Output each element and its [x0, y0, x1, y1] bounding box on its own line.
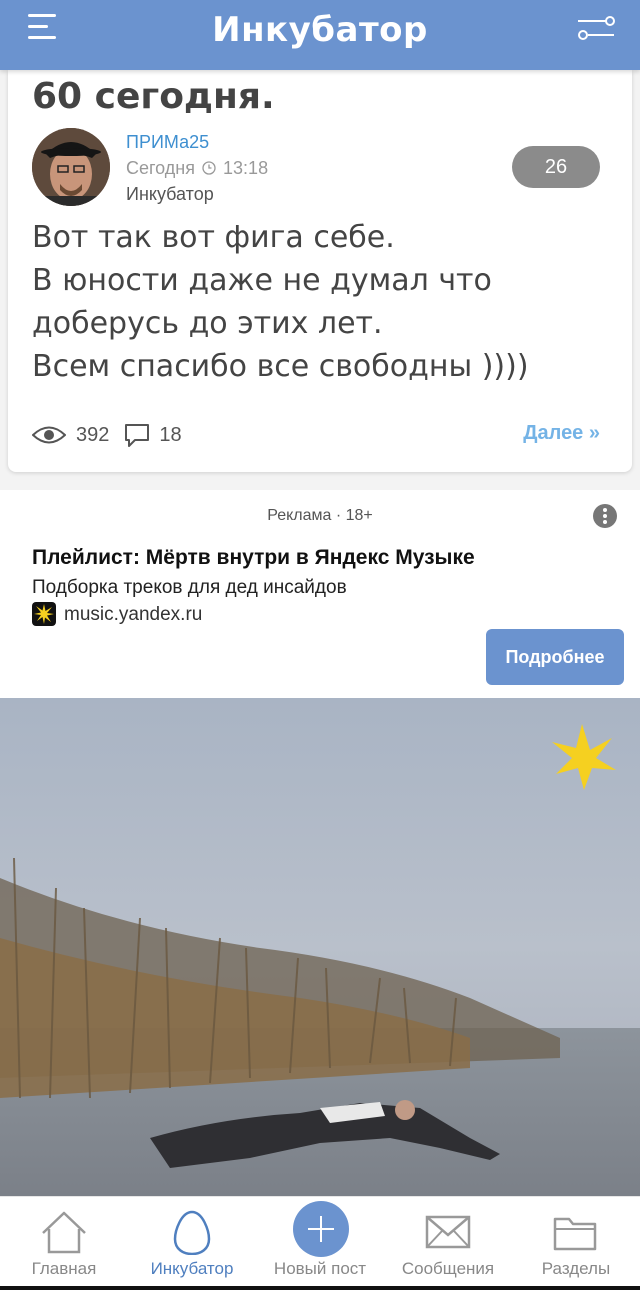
views-count: 392 [76, 423, 110, 446]
ad-label: Реклама · 18+ [267, 507, 373, 524]
post-card: 60 сегодня. ПРИМа25 Сегодня 13:18 Инкуба… [8, 70, 632, 472]
post-time: 13:18 [223, 158, 269, 178]
post-text-line: Всем спасибо все свободны )))) [32, 349, 529, 384]
post-text-line: В юности даже не думал что [32, 263, 492, 298]
nav-label: Инкубатор [150, 1259, 234, 1278]
ad-domain[interactable]: music.yandex.ru [64, 604, 202, 626]
home-icon [42, 1211, 86, 1254]
yandex-music-icon [32, 602, 56, 626]
post-date: Сегодня 13:18 [126, 158, 268, 179]
clock-icon [202, 161, 216, 175]
author-link[interactable]: ПРИМа25 [126, 132, 209, 153]
eye-icon [32, 426, 66, 444]
egg-icon [173, 1210, 211, 1255]
avatar[interactable] [32, 128, 110, 206]
envelope-icon [425, 1215, 471, 1249]
nav-label: Разделы [541, 1259, 611, 1278]
post-text-line: доберусь до этих лет. [32, 306, 383, 341]
nav-label: Новый пост [273, 1259, 367, 1278]
plus-icon [293, 1201, 349, 1257]
nav-incubator[interactable]: Инкубатор [128, 1197, 256, 1287]
ad-description: Подборка треков для дед инсайдов [32, 577, 347, 598]
filter-icon[interactable] [576, 15, 616, 41]
nav-label: Сообщения [401, 1259, 495, 1278]
nav-new-post[interactable]: Новый пост [256, 1197, 384, 1287]
nav-messages[interactable]: Сообщения [384, 1197, 512, 1287]
nav-label: Главная [31, 1259, 97, 1278]
nav-home[interactable]: Главная [0, 1197, 128, 1287]
more-options-icon[interactable] [593, 504, 617, 528]
rating-badge[interactable]: 26 [512, 146, 600, 188]
comments-count[interactable]: 18 [159, 424, 181, 447]
nav-sections[interactable]: Разделы [512, 1197, 640, 1287]
post-stats: 392 18 [32, 420, 182, 450]
ad-image[interactable] [0, 698, 640, 1196]
page-title: Инкубатор [212, 10, 428, 50]
bottom-nav: Главная Инкубатор Новый пост Сообщения Р… [0, 1196, 640, 1290]
date-label: Сегодня [126, 158, 195, 178]
app-header: Инкубатор [0, 0, 640, 70]
read-more-link[interactable]: Далее » [523, 422, 600, 445]
post-text-line: Вот так вот фига себе. [32, 220, 395, 255]
post-section[interactable]: Инкубатор [126, 184, 214, 205]
post-title[interactable]: 60 сегодня. [32, 76, 275, 117]
system-bar [0, 1286, 640, 1290]
ad-details-button[interactable]: Подробнее [486, 629, 624, 685]
folder-icon [553, 1217, 597, 1251]
post-text: Вот так вот фига себе. В юности даже не … [32, 216, 612, 388]
comment-icon[interactable] [123, 422, 151, 448]
ad-title[interactable]: Плейлист: Мёртв внутри в Яндекс Музыке [32, 546, 475, 570]
